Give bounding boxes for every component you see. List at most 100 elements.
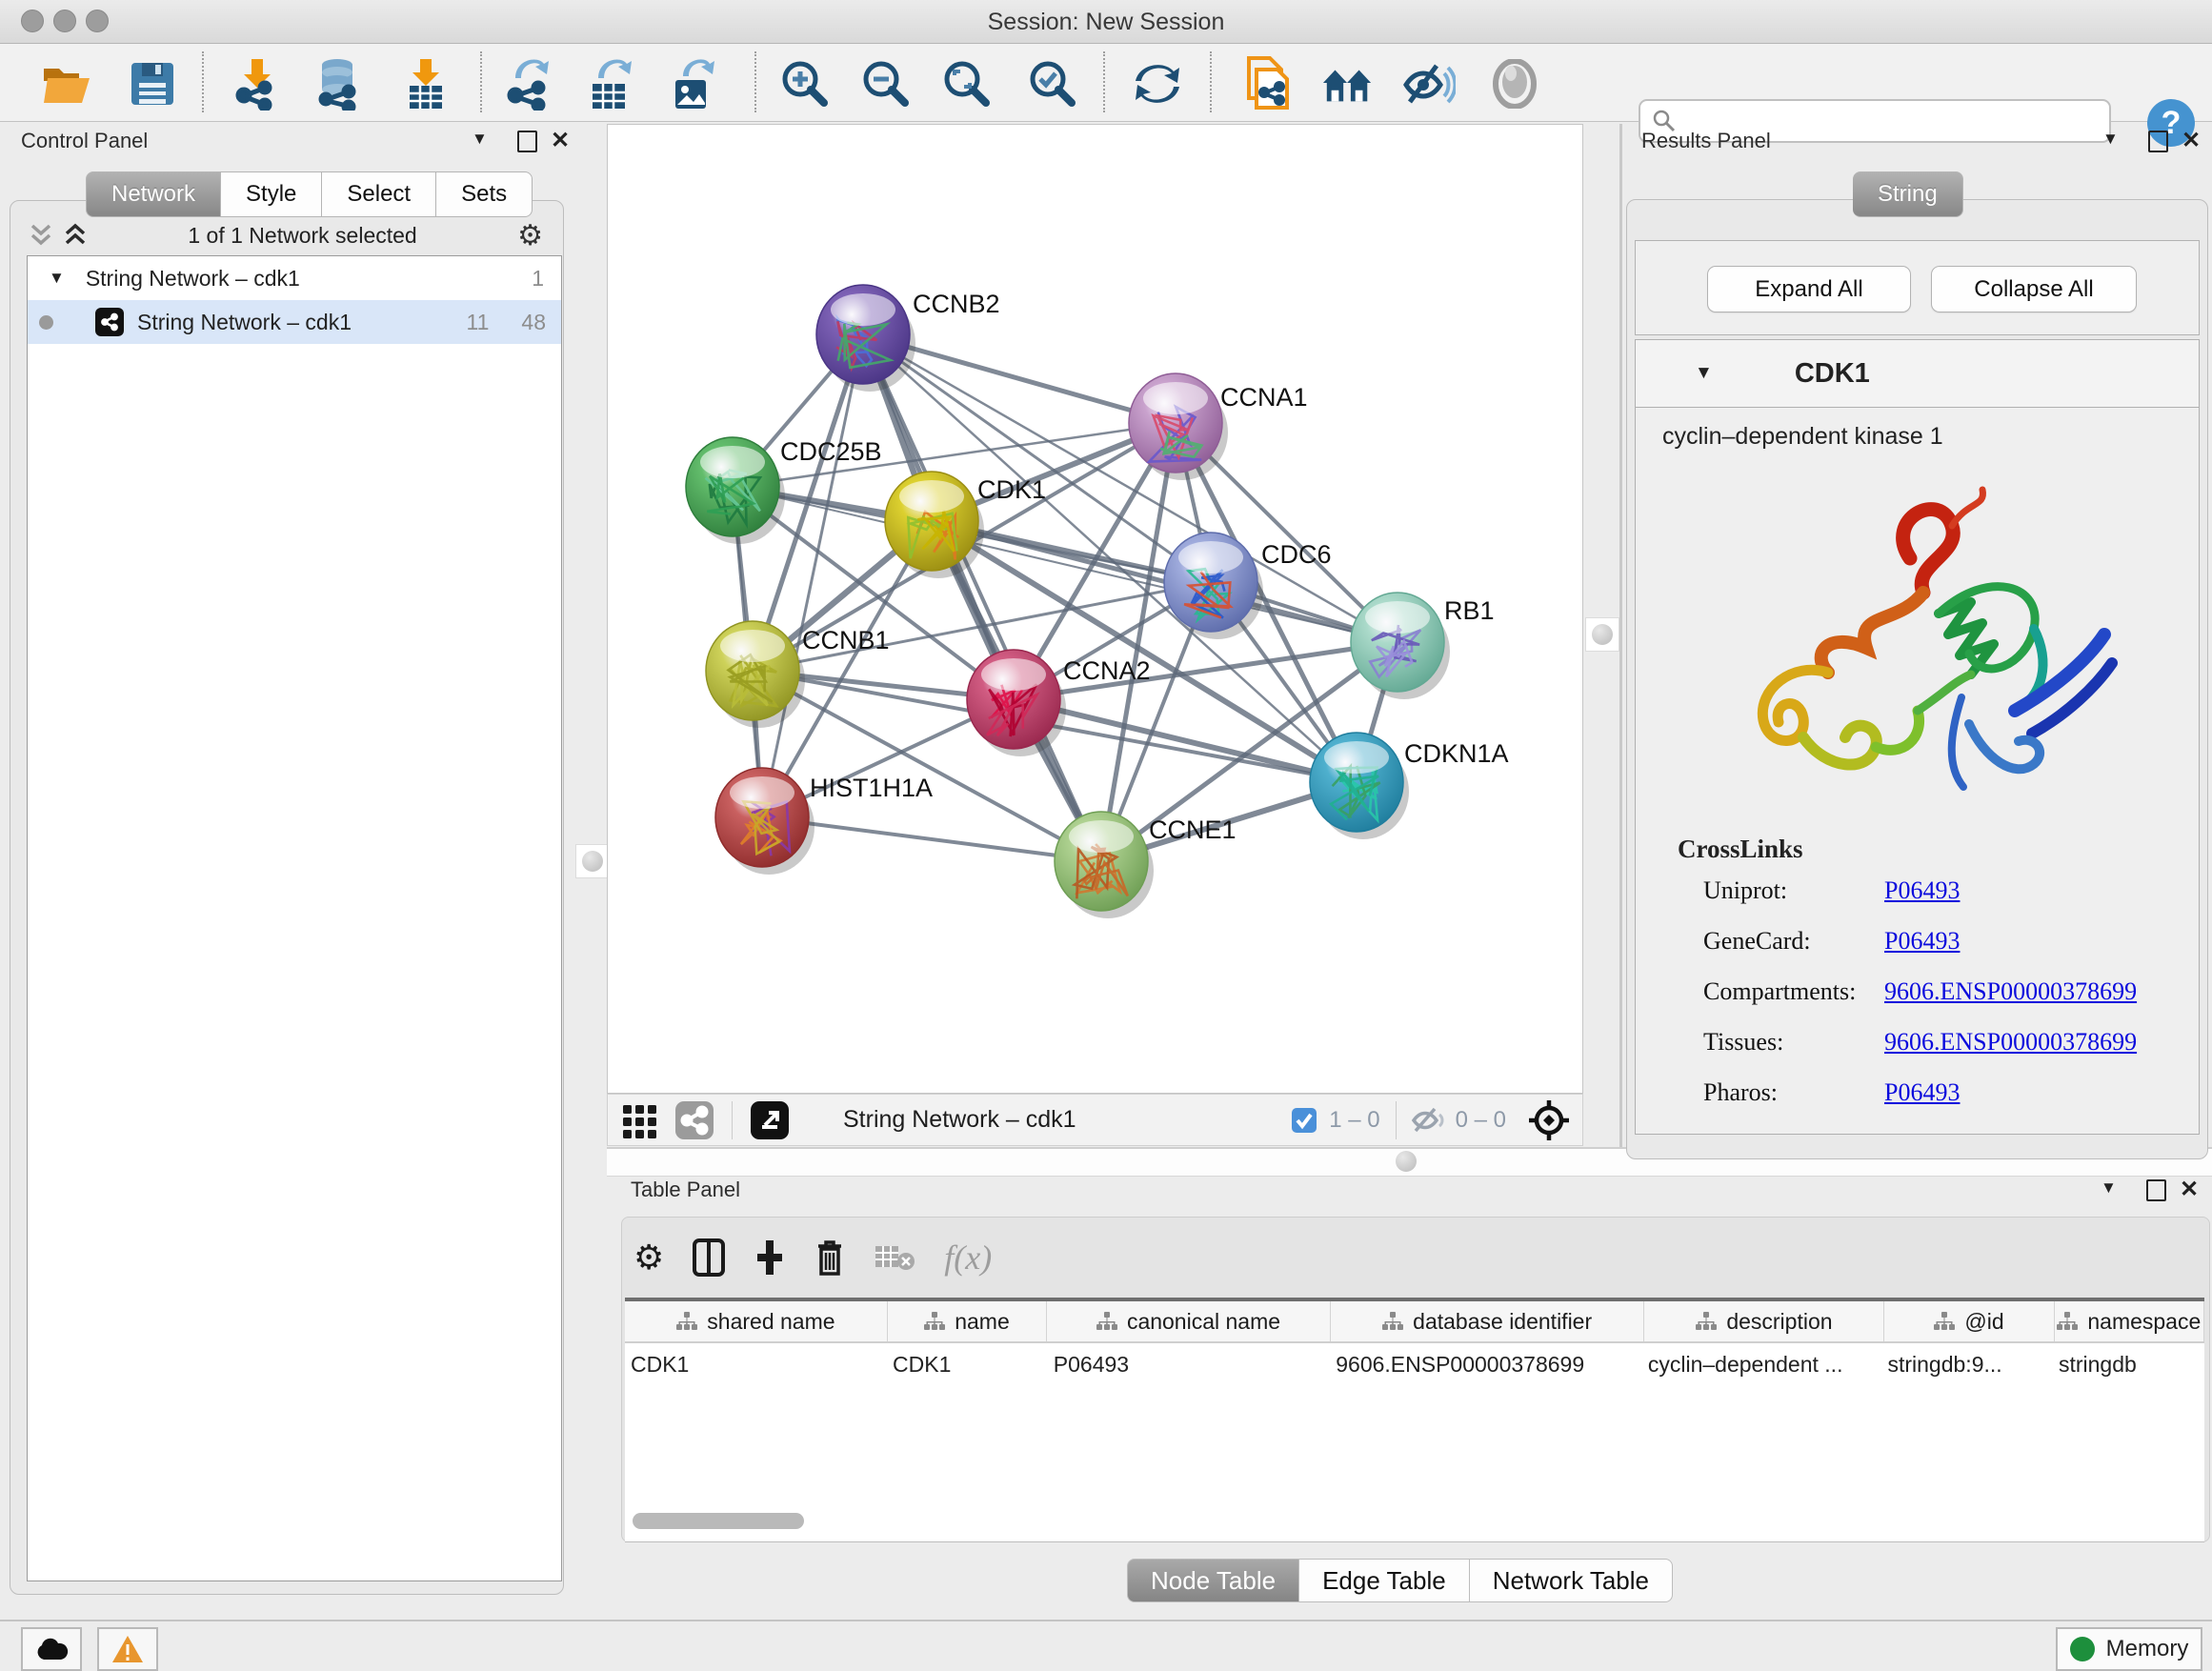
column-header-namespace[interactable]: namespace — [2055, 1301, 2204, 1341]
table-panel-maximize-icon[interactable] — [2146, 1179, 2166, 1201]
expand-all-icon[interactable] — [63, 222, 88, 249]
collapse-all-icon[interactable] — [29, 222, 53, 249]
table-cell[interactable]: P06493 — [1048, 1343, 1330, 1385]
crosslink-value-link[interactable]: P06493 — [1884, 1078, 1960, 1107]
tab-string[interactable]: String — [1853, 171, 1963, 217]
network-node-cdkn1a[interactable]: CDKN1A — [1310, 733, 1509, 839]
import-database-icon[interactable] — [312, 57, 365, 111]
refresh-icon[interactable] — [1131, 57, 1184, 111]
left-splitter[interactable] — [572, 122, 607, 1620]
memory-button[interactable]: Memory — [2056, 1627, 2202, 1671]
right-splitter[interactable] — [1583, 124, 1626, 1147]
tab-sets[interactable]: Sets — [436, 171, 533, 217]
table-settings-gear-icon[interactable]: ⚙ — [633, 1238, 664, 1278]
node-label: CDK1 — [977, 475, 1046, 504]
column-header--id[interactable]: @id — [1884, 1301, 2054, 1341]
open-file-network-icon[interactable] — [1240, 57, 1294, 111]
expand-all-button[interactable]: Expand All — [1707, 266, 1911, 312]
hide-selected-icon[interactable] — [1402, 57, 1456, 111]
collapse-all-button[interactable]: Collapse All — [1931, 266, 2137, 312]
column-header-canonical-name[interactable]: canonical name — [1047, 1301, 1331, 1341]
table-cell[interactable]: CDK1 — [625, 1343, 887, 1385]
string-panel-icon[interactable] — [674, 1100, 714, 1140]
export-network-icon[interactable] — [502, 57, 555, 111]
title-bar: Session: New Session — [0, 0, 2212, 44]
protein-collapse-icon[interactable]: ▼ — [1695, 363, 1713, 384]
network-node-ccnb1[interactable]: CCNB1 — [706, 621, 890, 728]
save-session-icon[interactable] — [126, 57, 179, 111]
results-panel-title: Results Panel — [1641, 129, 1771, 153]
show-all-icon[interactable] — [1488, 57, 1541, 111]
delete-column-icon[interactable] — [814, 1238, 845, 1277]
tab-network[interactable]: Network — [86, 171, 221, 217]
tab-select[interactable]: Select — [322, 171, 436, 217]
crosslink-value-link[interactable]: 9606.ENSP00000378699 — [1884, 1028, 2137, 1057]
collapse-triangle-icon[interactable]: ▼ — [49, 269, 65, 288]
hidden-nodes-icon[interactable] — [1412, 1106, 1446, 1135]
table-panel-close-icon[interactable]: ✕ — [2180, 1176, 2199, 1203]
import-network-icon[interactable] — [231, 57, 284, 111]
tab-style[interactable]: Style — [221, 171, 322, 217]
crosslink-value-link[interactable]: 9606.ENSP00000378699 — [1884, 977, 2137, 1006]
zoom-fit-icon[interactable] — [940, 57, 994, 111]
zoom-in-icon[interactable] — [778, 57, 832, 111]
results-panel-maximize-icon[interactable] — [2148, 131, 2168, 152]
fit-content-icon[interactable] — [1527, 1098, 1571, 1142]
network-node-rb1[interactable]: RB1 — [1351, 593, 1495, 699]
network-collection-row[interactable]: ▼ String Network – cdk1 1 — [28, 256, 561, 300]
network-canvas[interactable]: CCNB2CCNA1CDC25BCDK1CDC6RB1CCNB1CCNA2CDK… — [607, 124, 1583, 1094]
function-builder-icon[interactable]: f(x) — [944, 1238, 992, 1278]
network-node-hist1h1a[interactable]: HIST1H1A — [715, 768, 933, 875]
table-row[interactable]: CDK1CDK1P064939606.ENSP00000378699cyclin… — [625, 1343, 2204, 1385]
control-panel-close-icon[interactable]: ✕ — [551, 127, 570, 154]
node-label: CDC25B — [780, 437, 882, 466]
import-table-icon[interactable] — [399, 57, 452, 111]
tab-network-table[interactable]: Network Table — [1470, 1559, 1673, 1602]
open-in-window-icon[interactable] — [750, 1100, 790, 1140]
string-network-icon — [95, 308, 124, 336]
table-cell[interactable]: stringdb:9... — [1881, 1343, 2052, 1385]
control-panel-maximize-icon[interactable] — [517, 131, 537, 152]
right-splitter-grip[interactable] — [1585, 617, 1619, 652]
tab-node-table[interactable]: Node Table — [1127, 1559, 1299, 1602]
table-cell[interactable]: 9606.ENSP00000378699 — [1330, 1343, 1642, 1385]
network-graph[interactable]: CCNB2CCNA1CDC25BCDK1CDC6RB1CCNB1CCNA2CDK… — [608, 125, 1582, 1093]
crosslink-value-link[interactable]: P06493 — [1884, 927, 1960, 956]
cloud-button[interactable] — [21, 1627, 82, 1671]
results-panel-float-icon[interactable]: ▼ — [2102, 130, 2119, 149]
birdseye-view-icon[interactable] — [621, 1101, 659, 1139]
protein-header-row[interactable]: ▼ CDK1 — [1635, 339, 2200, 408]
zoom-out-icon[interactable] — [859, 57, 913, 111]
export-table-icon[interactable] — [583, 57, 636, 111]
horizontal-scrollbar[interactable] — [633, 1513, 804, 1529]
table-panel-float-icon[interactable]: ▼ — [2101, 1178, 2117, 1198]
delete-table-icon[interactable] — [874, 1242, 915, 1273]
crosslink-value-link[interactable]: P06493 — [1884, 876, 1960, 905]
column-header-database-identifier[interactable]: database identifier — [1331, 1301, 1645, 1341]
table-cell[interactable]: CDK1 — [887, 1343, 1048, 1385]
selected-nodes-checkbox-icon[interactable] — [1291, 1107, 1317, 1134]
warnings-button[interactable] — [97, 1627, 158, 1671]
column-header-name[interactable]: name — [888, 1301, 1047, 1341]
network-row-selected[interactable]: String Network – cdk1 11 48 — [28, 300, 561, 344]
export-image-icon[interactable] — [666, 57, 719, 111]
column-header-shared-name[interactable]: shared name — [625, 1301, 888, 1341]
left-splitter-grip[interactable] — [575, 844, 610, 878]
home-icon[interactable] — [1321, 57, 1375, 111]
column-header-description[interactable]: description — [1644, 1301, 1884, 1341]
network-node-cdk1[interactable]: CDK1 — [885, 472, 1046, 578]
control-panel-float-icon[interactable]: ▼ — [472, 130, 488, 149]
results-panel-close-icon[interactable]: ✕ — [2182, 127, 2201, 154]
network-node-cdc25b[interactable]: CDC25B — [686, 437, 882, 544]
show-columns-icon[interactable] — [693, 1238, 725, 1277]
zoom-selected-icon[interactable] — [1026, 57, 1079, 111]
column-type-icon — [1096, 1312, 1117, 1331]
table-cell[interactable]: cyclin–dependent ... — [1642, 1343, 1882, 1385]
network-options-gear-icon[interactable]: ⚙ — [517, 219, 543, 252]
network-node-cdc6[interactable]: CDC6 — [1164, 533, 1332, 639]
tab-edge-table[interactable]: Edge Table — [1299, 1559, 1470, 1602]
table-cell[interactable]: stringdb — [2053, 1343, 2204, 1385]
add-column-icon[interactable] — [754, 1238, 786, 1277]
open-session-icon[interactable] — [40, 57, 93, 111]
horizontal-splitter-grip[interactable] — [1390, 1145, 1422, 1178]
